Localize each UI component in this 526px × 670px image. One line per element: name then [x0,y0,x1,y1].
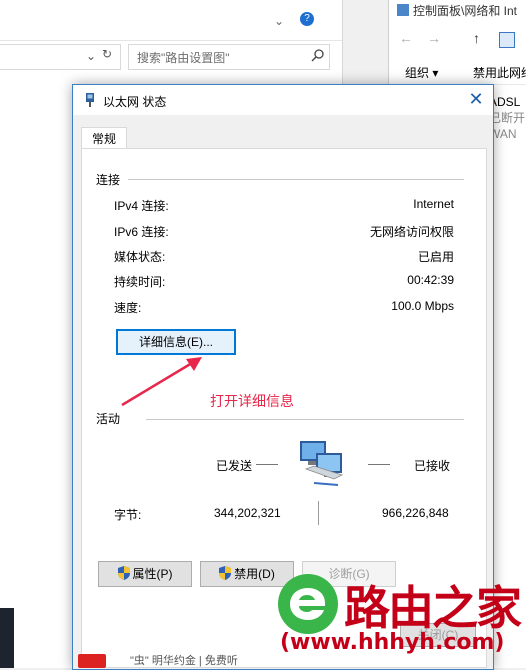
up-arrow-icon[interactable]: ↑ [473,30,480,46]
disable-button-label: 禁用(D) [234,567,275,581]
properties-button-label: 属性(P) [132,567,173,581]
tab-general[interactable]: 常规 [81,127,127,150]
chevron-down-icon[interactable]: ⌄ [274,14,284,28]
search-placeholder: 搜索"路由设置图" [137,51,230,65]
annotation-arrow [121,357,202,407]
media-state-value: 已启用 [417,250,454,264]
received-label: 已接收 [414,459,451,473]
background-ribbon: ⌄ ? [0,0,342,41]
adapter-status: 已断开 [489,111,526,125]
received-dash [368,464,390,465]
adapter-name[interactable]: ADSL [489,94,526,110]
duration-value: 00:42:39 [407,273,454,287]
navigation-bar: ← → ↑ [389,28,526,52]
search-input[interactable]: 搜索"路由设置图" [128,44,330,70]
search-icon[interactable] [311,48,325,65]
uac-shield-icon [219,564,232,580]
forward-arrow-icon[interactable]: → [427,30,441,46]
address-bar[interactable]: ⌄ ↻ [0,44,121,70]
network-adapter-icon [83,92,97,108]
speed-value: 100.0 Mbps [391,299,454,313]
background-bottom-text: "虫" 明华约金 | 免费听 [130,655,238,667]
speed-label: 速度: [114,301,142,315]
network-folder-icon [499,32,515,48]
dialog-title: 以太网 状态 [103,95,167,109]
network-computers-icon [294,439,354,492]
sent-dash [256,464,278,465]
command-bar: 组织 ▾ 禁用此网络 [389,60,526,85]
annotation-text: 打开详细信息 [210,393,294,409]
taskbar-edge [0,608,14,668]
activity-group-title: 活动 [96,412,121,426]
close-icon[interactable]: ✕ [459,85,493,115]
bytes-label: 字节: [114,508,142,522]
ipv6-value: 无网络访问权限 [369,225,454,239]
ipv6-label: IPv6 连接: [114,225,169,239]
back-arrow-icon[interactable]: ← [399,30,413,46]
properties-button[interactable]: 属性(P) [98,561,192,587]
dialog-titlebar[interactable]: 以太网 状态 ✕ [73,85,493,115]
help-icon[interactable]: ? [300,12,314,26]
watermark-brand: 路由之家 [344,581,522,635]
connection-separator [128,179,464,180]
bytes-sent-value: 344,202,321 [214,506,281,520]
activity-separator [146,419,464,420]
media-state-label: 媒体状态: [114,250,166,264]
ipv4-label: IPv4 连接: [114,199,169,213]
ipv4-value: Internet [413,197,454,211]
bytes-divider [318,501,319,525]
uac-shield-icon [117,564,130,580]
duration-label: 持续时间: [114,275,166,289]
background-red-badge [78,654,106,668]
connection-group-title: 连接 [96,173,121,187]
refresh-icon[interactable]: ↻ [102,47,112,61]
bytes-received-value: 966,226,848 [382,506,449,520]
sent-label: 已发送 [216,459,253,473]
adapter-list: ADSL 已断开 WAN [489,94,526,142]
chevron-down-icon[interactable]: ⌄ [86,49,96,63]
adapter-type: WAN [489,127,517,141]
control-panel-icon [397,4,409,16]
window-title: 控制面板\网络和 Int [397,2,526,24]
disable-device-command[interactable]: 禁用此网络 [473,64,526,81]
organize-menu[interactable]: 组织 ▾ [405,64,438,81]
